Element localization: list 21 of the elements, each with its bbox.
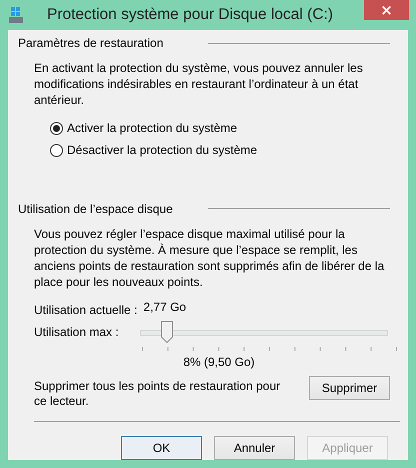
radio-label[interactable]: Activer la protection du système <box>67 121 238 135</box>
current-usage-label: Utilisation actuelle : <box>34 303 138 317</box>
slider-thumb[interactable] <box>160 321 173 343</box>
slider-track[interactable] <box>140 330 388 336</box>
description-text: En activant la protection du système, vous pouvez annuler les modifications indésirables en restaurant l’ordinateur à un état antérieur. <box>34 60 364 108</box>
delete-button[interactable]: Supprimer <box>309 376 390 400</box>
max-usage-reading: 8% (9,50 Go) <box>182 355 256 369</box>
current-usage-value: 2,77 Go <box>143 300 186 314</box>
group-header: Paramètres de restauration <box>18 36 164 50</box>
group-header: Utilisation de l’espace disque <box>18 202 174 216</box>
app-icon <box>8 6 24 24</box>
max-usage-label: Utilisation max : <box>34 324 120 339</box>
ok-button[interactable]: OK <box>121 436 202 460</box>
description-text: Vous pouvez régler l’espace disque maximal utilisé pour la protection du système. À mesure que l’espace se remplit, les anciens points de restauration sont supprimés afin de libérer de la place pour les nouveaux points. <box>34 226 386 290</box>
cancel-button[interactable]: Annuler <box>214 436 295 460</box>
close-button[interactable]: × <box>364 0 409 20</box>
delete-description: Supprimer tous les points de restauration pour ce lecteur. <box>34 379 282 409</box>
radio-button[interactable] <box>50 144 63 156</box>
window-title: Protection système pour Disque local (C:) <box>46 6 334 24</box>
radio-button[interactable] <box>50 122 63 134</box>
radio-label[interactable]: Désactiver la protection du système <box>67 143 258 157</box>
